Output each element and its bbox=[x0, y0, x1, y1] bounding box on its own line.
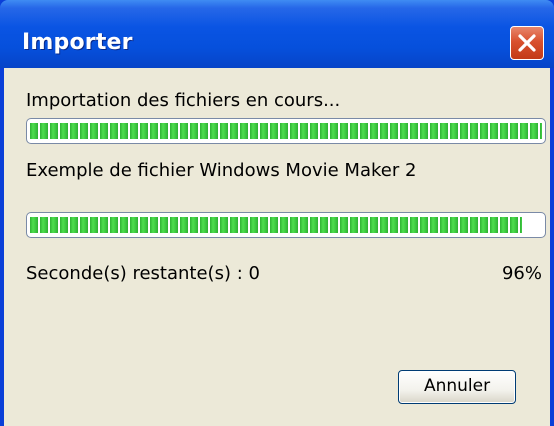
file-progress-fill bbox=[30, 217, 522, 233]
import-status-text: Importation des fichiers en cours... bbox=[26, 90, 341, 111]
title-bar[interactable]: Importer bbox=[0, 0, 554, 68]
overall-progress-fill bbox=[30, 123, 542, 139]
dialog-body: Importation des fichiers en cours... Exe… bbox=[4, 68, 550, 426]
import-dialog: Importer Importation des fichiers en cou… bbox=[0, 0, 554, 426]
percent-complete-text: 96% bbox=[501, 263, 542, 284]
time-remaining-text: Seconde(s) restante(s) : 0 bbox=[26, 263, 260, 284]
overall-progress-bar bbox=[26, 118, 546, 144]
window-title: Importer bbox=[22, 30, 133, 55]
cancel-button[interactable]: Annuler bbox=[398, 370, 516, 404]
close-button[interactable] bbox=[510, 26, 544, 60]
close-icon bbox=[518, 34, 536, 52]
file-name-text: Exemple de fichier Windows Movie Maker 2 bbox=[26, 160, 417, 181]
file-progress-bar bbox=[26, 212, 546, 238]
